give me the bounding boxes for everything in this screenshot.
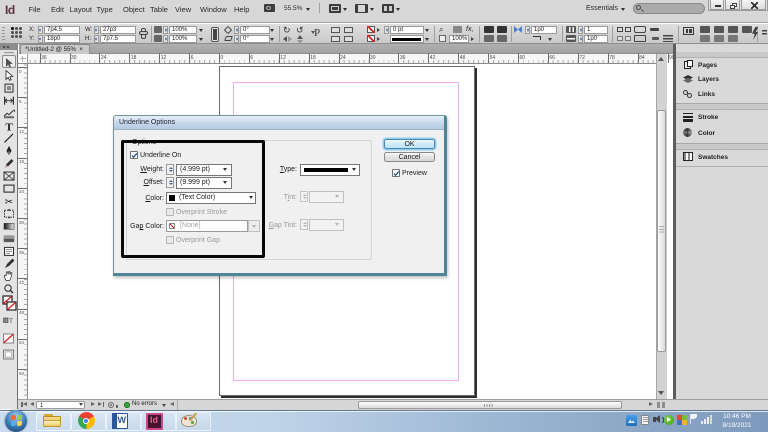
svg-text:✂: ✂: [5, 197, 13, 208]
svg-text:T: T: [5, 121, 13, 133]
svg-text:T: T: [9, 319, 13, 325]
